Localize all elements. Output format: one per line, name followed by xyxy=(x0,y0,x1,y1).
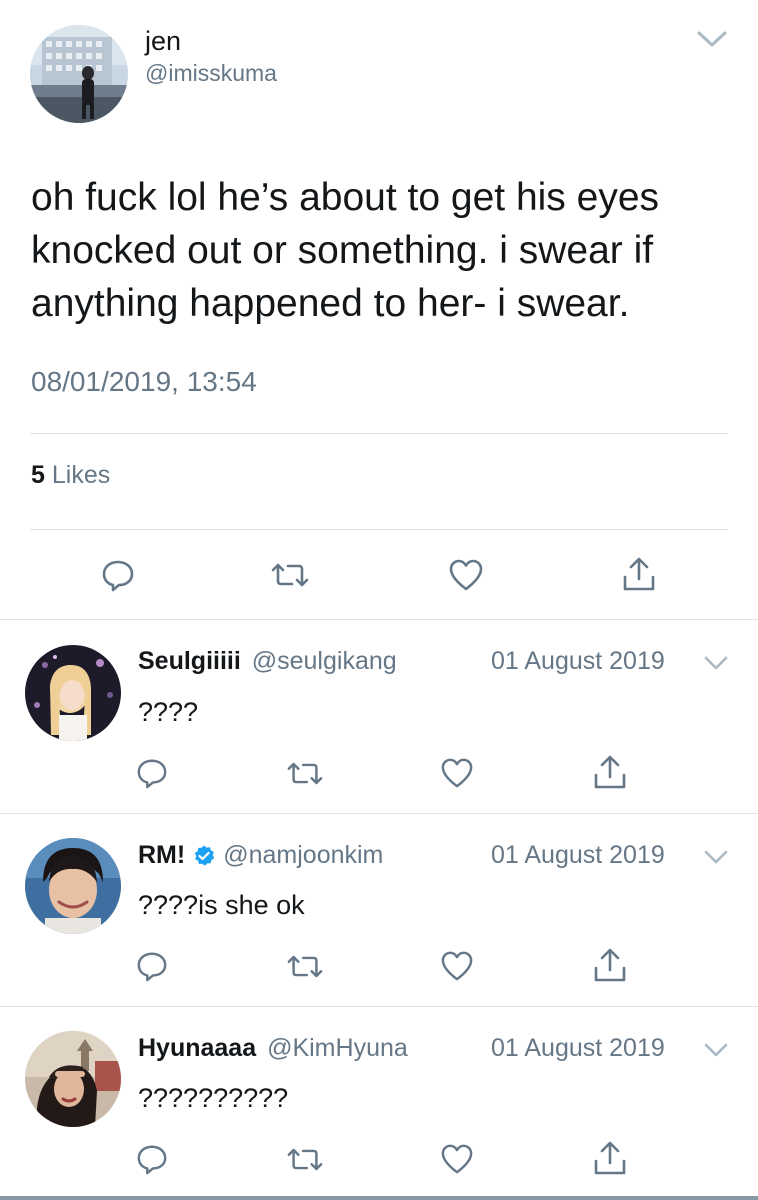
reply-2-reply-icon[interactable] xyxy=(136,950,168,982)
reply-2-text: ????is she ok xyxy=(138,890,305,920)
reply-1-heart-icon[interactable] xyxy=(440,757,474,789)
verified-badge-icon xyxy=(192,844,216,868)
reply-3-text: ?????????? xyxy=(138,1083,289,1113)
main-heart-icon[interactable] xyxy=(448,558,484,592)
reply-2-header: RM! @namjoonkim xyxy=(138,841,383,870)
reply-1-author-handle[interactable]: @seulgikang xyxy=(252,647,397,675)
main-reply-icon[interactable] xyxy=(101,558,135,592)
reply-3-header: Hyunaaaa @KimHyuna xyxy=(138,1034,408,1063)
reply-2-share-icon[interactable] xyxy=(592,946,628,984)
tweet-text-line-1: oh fuck lol he’s about to get his eyes xyxy=(31,176,660,219)
reply-3-reply-icon[interactable] xyxy=(136,1143,168,1175)
likes-label: Likes xyxy=(51,461,111,489)
reply-1-text: ???? xyxy=(138,697,199,727)
main-avatar[interactable] xyxy=(30,25,128,123)
main-retweet-icon[interactable] xyxy=(270,561,310,589)
main-author-name[interactable]: jen xyxy=(145,26,181,57)
divider xyxy=(30,433,728,434)
reply-1-author-name[interactable]: Seulgiiiii xyxy=(138,647,241,675)
divider xyxy=(0,619,758,620)
likes-stat[interactable]: 5 Likes xyxy=(31,461,110,490)
reply-2-author-name[interactable]: RM! xyxy=(138,841,185,870)
main-share-icon[interactable] xyxy=(621,555,657,593)
reply-3-retweet-icon[interactable] xyxy=(286,1146,324,1173)
reply-1-reply-icon[interactable] xyxy=(136,757,168,789)
reply-1-chevron-down-icon[interactable] xyxy=(703,654,729,672)
divider xyxy=(30,529,728,530)
reply-1-share-icon[interactable] xyxy=(592,753,628,791)
tweet-timestamp[interactable]: 08/01/2019, 13:54 xyxy=(31,366,257,398)
reply-2-retweet-icon[interactable] xyxy=(286,953,324,980)
reply-3-date[interactable]: 01 August 2019 xyxy=(491,1034,665,1063)
reply-1-avatar[interactable] xyxy=(25,645,121,741)
tweet-text-line-2: knocked out or something. i swear if xyxy=(31,229,654,272)
reply-3-avatar[interactable] xyxy=(25,1031,121,1127)
reply-3-author-name[interactable]: Hyunaaaa xyxy=(138,1034,256,1062)
divider xyxy=(0,813,758,814)
reply-3-share-icon[interactable] xyxy=(592,1139,628,1177)
reply-2-heart-icon[interactable] xyxy=(440,950,474,982)
reply-2-avatar[interactable] xyxy=(25,838,121,934)
reply-3-chevron-down-icon[interactable] xyxy=(703,1041,729,1059)
tweet-text-line-3: anything happened to her- i swear. xyxy=(31,282,630,325)
reply-1-date[interactable]: 01 August 2019 xyxy=(491,647,665,676)
reply-2-author-handle[interactable]: @namjoonkim xyxy=(223,841,383,870)
reply-1-retweet-icon[interactable] xyxy=(286,760,324,787)
main-author-handle[interactable]: @imisskuma xyxy=(145,60,277,87)
reply-3-heart-icon[interactable] xyxy=(440,1143,474,1175)
reply-2-date[interactable]: 01 August 2019 xyxy=(491,841,665,870)
main-chevron-down-icon[interactable] xyxy=(696,28,728,50)
divider xyxy=(0,1006,758,1007)
reply-3-author-handle[interactable]: @KimHyuna xyxy=(267,1034,408,1062)
reply-1-header: Seulgiiiii @seulgikang xyxy=(138,647,397,676)
reply-2-chevron-down-icon[interactable] xyxy=(703,848,729,866)
bottom-border xyxy=(0,1196,758,1200)
likes-count: 5 xyxy=(31,461,45,489)
